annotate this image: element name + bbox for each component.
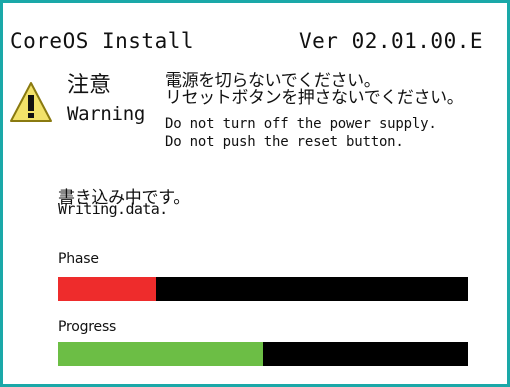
progress-label: Progress [58,319,117,335]
warning-icon [9,81,53,125]
overall-progress-bar [58,342,468,366]
install-screen: CoreOS Install Ver 02.01.00.E 注意 Warning… [0,0,510,387]
app-title: CoreOS Install [10,29,195,53]
warning-label-jp: 注意 [67,73,112,98]
phase-progress-fill [58,277,157,301]
status-text-en: Writing.data. [58,200,168,218]
phase-progress-bar [58,277,468,301]
warning-label-en: Warning [67,103,145,125]
warning-message: Do not turn off the power supply. [165,116,437,132]
version-label: Ver 02.01.00.E [299,29,484,53]
overall-progress-fill [58,342,263,366]
warning-message: Do not push the reset button. [165,134,404,150]
phase-label: Phase [58,251,99,267]
warning-message: リセットボタンを押さないでください。 [165,88,464,108]
